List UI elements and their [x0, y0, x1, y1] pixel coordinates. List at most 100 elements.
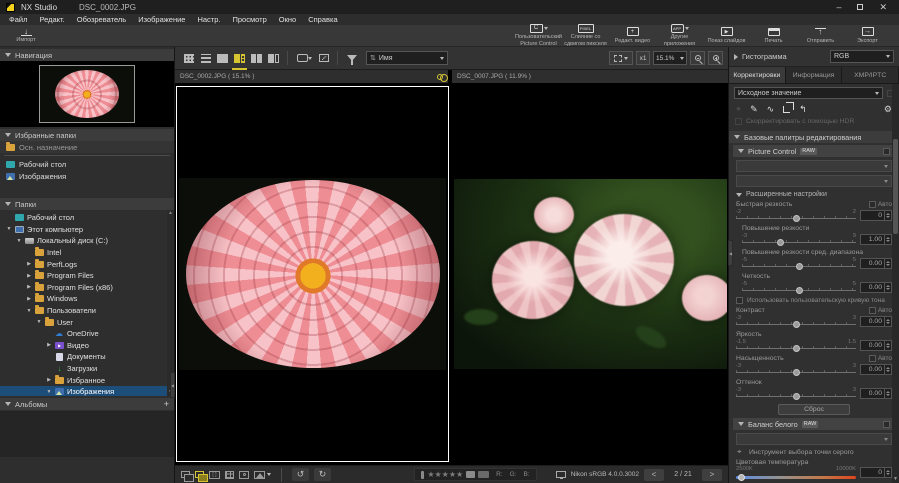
- expand-icon[interactable]: ▼: [6, 226, 12, 232]
- slider-thumb[interactable]: [796, 287, 803, 294]
- gray-point-tool[interactable]: ⌖ Инструмент выбора точки серого: [729, 445, 899, 457]
- gear-icon[interactable]: ⚙: [884, 104, 892, 115]
- previous-image-button[interactable]: <: [644, 469, 664, 481]
- minimize-button[interactable]: –: [836, 2, 841, 12]
- print-button[interactable]: Печать: [750, 25, 797, 46]
- slider-thumb[interactable]: [793, 369, 800, 376]
- rotate-left-button[interactable]: ↺: [292, 468, 309, 481]
- highlight-display-button[interactable]: [254, 468, 271, 482]
- menu-help[interactable]: Справка: [308, 15, 337, 24]
- histogram-channel-dropdown[interactable]: RGB: [830, 50, 894, 63]
- picture-control-button[interactable]: C Пользовательский Picture Control: [515, 25, 562, 46]
- auto-checkbox[interactable]: [869, 307, 876, 314]
- expand-icon[interactable]: ▼: [26, 308, 32, 314]
- slider-track[interactable]: [742, 239, 856, 246]
- value-input[interactable]: 0.00: [860, 364, 892, 375]
- image1-photo[interactable]: [179, 178, 446, 370]
- pixel-shift-button[interactable]: PIXEL Слияние со сдвигом пикселя: [562, 25, 609, 46]
- thumbnail-grid-view-button[interactable]: [180, 47, 197, 70]
- tab-information[interactable]: Информация: [786, 67, 843, 83]
- slider-track[interactable]: [736, 215, 856, 222]
- compare-view-button[interactable]: [265, 47, 282, 70]
- reset-button[interactable]: Сброс: [778, 404, 850, 415]
- white-balance-checkbox[interactable]: [883, 421, 890, 428]
- slider-track[interactable]: [736, 393, 856, 400]
- tree-item-program-files-x86[interactable]: ▶Program Files (x86): [0, 282, 174, 294]
- image1-cell-selected[interactable]: [176, 86, 449, 462]
- value-input[interactable]: 0: [860, 467, 892, 478]
- favorite-pictures[interactable]: Изображения: [0, 170, 174, 182]
- panel-collapse-handle[interactable]: ◀: [728, 240, 733, 266]
- tree-item-downloads[interactable]: ↓Загрузки: [0, 363, 174, 375]
- export-button[interactable]: → Экспорт: [844, 25, 891, 46]
- expand-icon[interactable]: ▶: [26, 273, 32, 279]
- label-chip-icon[interactable]: [466, 471, 475, 478]
- auto-checkbox-row[interactable]: Авто: [869, 201, 892, 208]
- menu-settings[interactable]: Настр.: [197, 15, 220, 24]
- image2-cell[interactable]: [453, 86, 727, 462]
- tree-item-this-pc[interactable]: ▼Этот компьютер: [0, 224, 174, 236]
- auto-checkbox-row[interactable]: Авто: [869, 307, 892, 314]
- hdr-checkbox[interactable]: [735, 118, 742, 125]
- expand-icon[interactable]: ▶: [46, 377, 52, 383]
- slider-thumb[interactable]: [793, 345, 800, 352]
- advanced-settings-header[interactable]: Расширенные настройки: [729, 187, 899, 199]
- tab-adjustments[interactable]: Корректировки: [729, 67, 786, 83]
- navigation-thumbnail[interactable]: [39, 65, 135, 123]
- close-button[interactable]: ✕: [879, 2, 887, 12]
- show-info-button[interactable]: [ ]: [209, 468, 220, 482]
- tone-curve-checkbox[interactable]: [736, 297, 743, 304]
- menu-browser[interactable]: Обозреватель: [77, 15, 126, 24]
- spinner[interactable]: [884, 317, 891, 326]
- sidebar-collapse-handle[interactable]: ◀: [170, 372, 175, 398]
- histogram-header[interactable]: Гистограмма RGB: [729, 47, 899, 67]
- spinner[interactable]: [884, 283, 891, 292]
- spinner[interactable]: [884, 468, 891, 477]
- tree-item-user[interactable]: ▼User: [0, 316, 174, 328]
- tree-item-documents[interactable]: Документы: [0, 351, 174, 363]
- straighten-icon[interactable]: ↰: [799, 104, 807, 115]
- expand-icon[interactable]: ▼: [16, 238, 22, 244]
- crop-icon[interactable]: [783, 106, 790, 113]
- value-input[interactable]: 0.00: [860, 258, 892, 269]
- slider-track[interactable]: [736, 321, 856, 328]
- white-balance-dropdown[interactable]: [736, 433, 892, 445]
- slider-thumb[interactable]: [796, 263, 803, 270]
- picture-control-checkbox[interactable]: [883, 148, 890, 155]
- expand-icon[interactable]: ▼: [36, 319, 42, 325]
- expand-icon[interactable]: ▶: [26, 261, 32, 267]
- next-image-button[interactable]: >: [702, 469, 722, 481]
- two-up-view-button[interactable]: [248, 47, 265, 70]
- sort-dropdown[interactable]: ⇅ Имя: [366, 51, 448, 65]
- slider-thumb[interactable]: [793, 393, 800, 400]
- value-input[interactable]: 0.00: [860, 388, 892, 399]
- scroll-up-icon[interactable]: ▲: [168, 211, 173, 216]
- spinner[interactable]: [884, 389, 891, 398]
- zoom-out-button[interactable]: [690, 51, 705, 65]
- tree-item-users[interactable]: ▼Пользователи: [0, 305, 174, 317]
- label-tag-icon[interactable]: [421, 471, 424, 479]
- favorites-section-header[interactable]: Избранные папки: [0, 129, 174, 141]
- filter-button[interactable]: [343, 47, 360, 70]
- tree-item-pictures-selected[interactable]: ▼Изображения: [0, 386, 174, 396]
- picture-control-section-header[interactable]: Picture Control RAW: [733, 145, 895, 157]
- focus-point-button[interactable]: [239, 468, 249, 482]
- tree-item-video[interactable]: ▶▶Видео: [0, 340, 174, 352]
- value-input[interactable]: 0.00: [860, 282, 892, 293]
- fullscreen-button[interactable]: [315, 47, 332, 70]
- import-button[interactable]: ↓ Импорт: [8, 25, 44, 46]
- tree-item-favorites[interactable]: ▶Избранное: [0, 374, 174, 386]
- picture-control-dropdown[interactable]: [736, 160, 892, 172]
- zoom-100-button[interactable]: x1: [636, 51, 650, 65]
- tree-scrollbar[interactable]: ▲ ▼: [167, 210, 174, 396]
- slider-thumb[interactable]: [738, 474, 745, 481]
- picture-control-secondary-dropdown[interactable]: [736, 175, 892, 187]
- menu-file[interactable]: Файл: [9, 15, 27, 24]
- split-view-button-active[interactable]: [231, 47, 248, 70]
- auto-checkbox[interactable]: [869, 355, 876, 362]
- auto-checkbox[interactable]: [869, 201, 876, 208]
- send-button[interactable]: ↓ Отправить: [797, 25, 844, 46]
- tree-item-onedrive[interactable]: ☁OneDrive: [0, 328, 174, 340]
- value-input[interactable]: 0.00: [860, 340, 892, 351]
- slider-thumb[interactable]: [793, 321, 800, 328]
